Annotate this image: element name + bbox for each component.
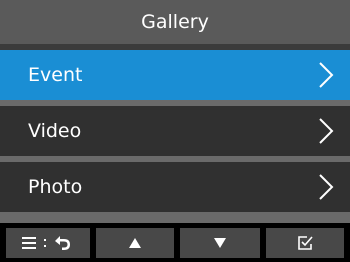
menu-item-label: Photo: [28, 176, 83, 198]
chevron-right-icon: [319, 118, 334, 144]
menu-item-label: Video: [28, 120, 82, 142]
menu-back-icon: [22, 236, 70, 250]
up-arrow-icon: [129, 238, 141, 248]
menu-item-video[interactable]: Video: [0, 106, 350, 156]
menu-item-event[interactable]: Event: [0, 50, 350, 100]
gallery-screen: Gallery Event Video Photo: [0, 0, 350, 262]
down-arrow-icon: [214, 238, 226, 248]
up-button[interactable]: [96, 228, 174, 258]
page-title: Gallery: [141, 11, 209, 33]
down-button[interactable]: [180, 228, 260, 258]
confirm-button[interactable]: [266, 228, 344, 258]
chevron-right-icon: [319, 62, 334, 88]
header-bar: Gallery: [0, 0, 350, 44]
menu-back-button[interactable]: [6, 228, 90, 258]
divider: [0, 212, 350, 223]
checkbox-icon: [298, 236, 313, 250]
menu-item-label: Event: [28, 64, 83, 86]
chevron-right-icon: [319, 174, 334, 200]
menu-item-photo[interactable]: Photo: [0, 162, 350, 212]
